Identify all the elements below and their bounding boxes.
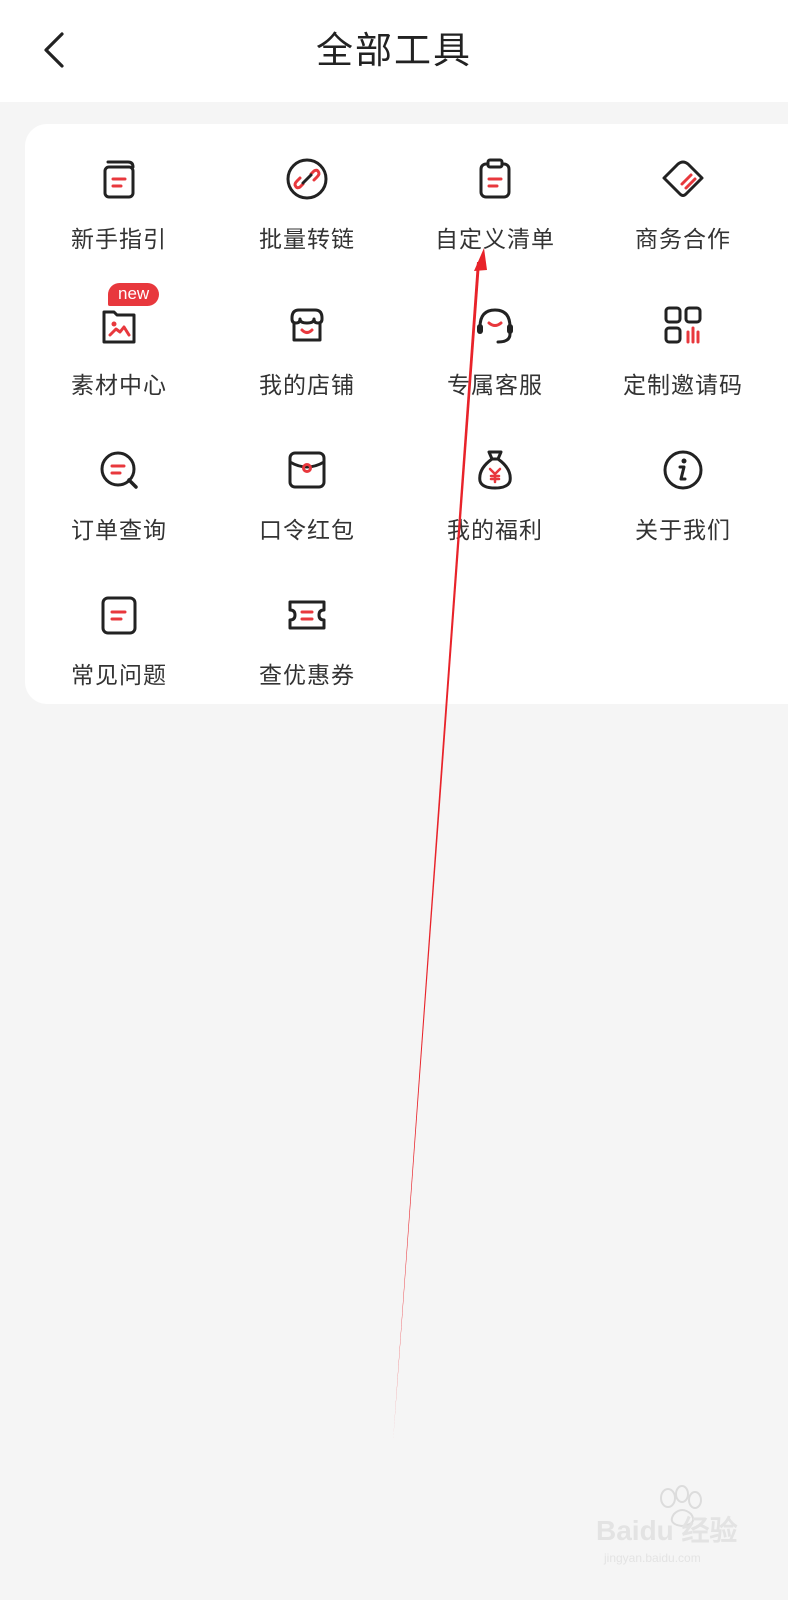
qrcode-grid-icon (658, 300, 708, 350)
handshake-icon (658, 154, 708, 204)
info-icon (658, 445, 708, 495)
headset-icon (470, 300, 520, 350)
tool-password-red-envelope[interactable]: 口令红包 (213, 417, 401, 557)
tool-batch-link-convert[interactable]: 批量转链 (213, 126, 401, 266)
faq-doc-icon (94, 590, 144, 640)
link-icon (282, 154, 332, 204)
tool-my-store[interactable]: 我的店铺 (213, 272, 401, 412)
tool-new-user-guide[interactable]: 新手指引 (25, 126, 213, 266)
tool-label: 批量转链 (259, 227, 355, 253)
image-folder-icon (94, 300, 144, 350)
guide-doc-icon (94, 154, 144, 204)
store-icon (282, 300, 332, 350)
clipboard-icon (470, 154, 520, 204)
new-badge: new (108, 283, 160, 306)
top-nav-bar: 全部工具 (0, 0, 788, 102)
tool-about-us[interactable]: 关于我们 (589, 417, 777, 557)
tool-business-cooperation[interactable]: 商务合作 (589, 126, 777, 266)
tool-label: 订单查询 (71, 518, 167, 544)
tool-label: 常见问题 (71, 663, 167, 689)
red-envelope-icon (282, 445, 332, 495)
tool-label: 新手指引 (71, 227, 167, 253)
tool-check-coupon[interactable]: 查优惠券 (213, 562, 401, 702)
coupon-icon (282, 590, 332, 640)
tool-label: 口令红包 (259, 518, 355, 544)
baidu-jingyan-watermark: Baidu 经验 jingyan.baidu.com (592, 1482, 772, 1572)
page-title: 全部工具 (316, 29, 472, 72)
tool-order-query[interactable]: 订单查询 (25, 417, 213, 557)
tool-label: 商务合作 (635, 227, 731, 253)
tool-label: 定制邀请码 (623, 373, 743, 399)
tool-label: 素材中心 (71, 373, 167, 399)
tool-my-benefits[interactable]: 我的福利 (401, 417, 589, 557)
money-bag-icon (470, 445, 520, 495)
search-chat-icon (94, 445, 144, 495)
tool-label: 关于我们 (635, 518, 731, 544)
tool-label: 自定义清单 (435, 227, 555, 253)
watermark-text: Baidu 经验 (596, 1514, 738, 1546)
tool-faq[interactable]: 常见问题 (25, 562, 213, 702)
tool-custom-list[interactable]: 自定义清单 (401, 126, 589, 266)
tool-label: 查优惠券 (259, 663, 355, 689)
tool-custom-invite-code[interactable]: 定制邀请码 (589, 272, 777, 412)
tool-exclusive-service[interactable]: 专属客服 (401, 272, 589, 412)
tool-label: 我的福利 (447, 518, 543, 544)
tool-label: 专属客服 (447, 373, 543, 399)
watermark-subtext: jingyan.baidu.com (603, 1551, 701, 1565)
tool-label: 我的店铺 (259, 373, 355, 399)
